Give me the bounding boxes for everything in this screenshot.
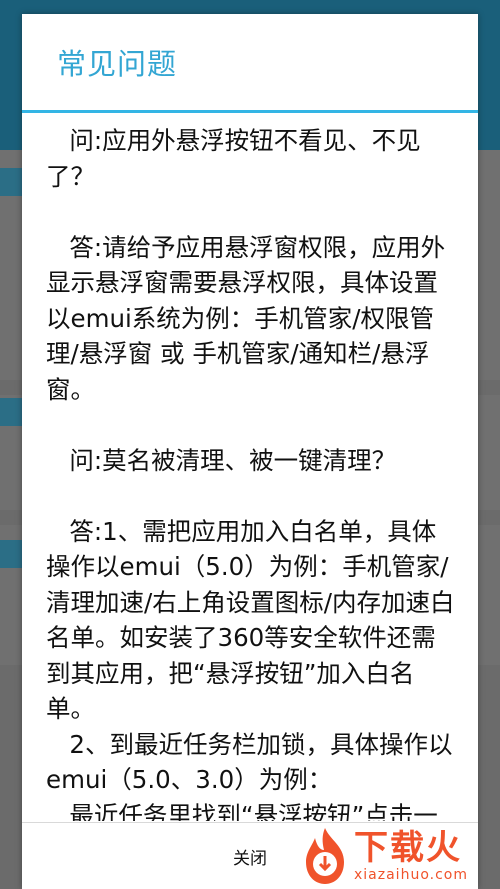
flame-logo-icon — [306, 828, 344, 884]
faq-answer: 答:1、需把应用加入白名单，具体操作以emui（5.0）为例：手机管家/清理加速… — [46, 516, 455, 724]
faq-answer: 答:请给予应用悬浮窗权限，应用外显示悬浮窗需要悬浮权限，具体设置以emui系统为… — [46, 232, 446, 404]
faq-dialog: 常见问题 问:应用外悬浮按钮不看见、不见了？ 答:请给予应用悬浮窗权限，应用外显… — [22, 14, 478, 889]
background-section-header — [0, 168, 24, 196]
faq-question: 问:应用外悬浮按钮不看见、不见了？ — [46, 126, 421, 191]
background-section-header — [0, 540, 24, 568]
faq-answer: 2、到最近任务栏加锁，具体操作以emui（5.0、3.0）为例： — [46, 729, 453, 795]
dialog-title: 常见问题 — [57, 47, 178, 81]
watermark-brand: 下载火 — [354, 828, 462, 868]
faq-answer: 最近任务里找到“悬浮按钮”点击一下小锁头（emui3.0 按住往下拉)此时应为上… — [69, 800, 438, 822]
watermark-domain: xiazaihuo.com — [354, 867, 468, 883]
faq-question: 问:莫名被清理、被一键清理？ — [46, 445, 397, 475]
background-section-header — [0, 398, 24, 426]
watermark-logo: 下载火 xiazaihuo.com — [290, 823, 500, 889]
dialog-content[interactable]: 问:应用外悬浮按钮不看见、不见了？ 答:请给予应用悬浮窗权限，应用外显示悬浮窗需… — [22, 113, 478, 821]
